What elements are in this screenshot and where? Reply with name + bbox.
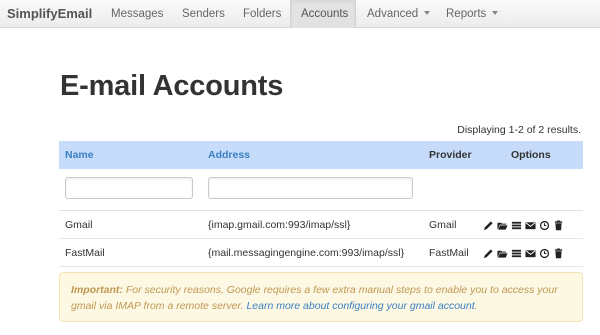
nav-advanced[interactable]: Advanced bbox=[357, 0, 440, 28]
alert-strong-label: Important: bbox=[71, 284, 123, 296]
account-provider: Gmail bbox=[429, 219, 457, 231]
account-address: {mail.messagingengine.com:993/imap/ssl} bbox=[208, 247, 405, 259]
account-address: {imap.gmail.com:993/imap/ssl} bbox=[208, 219, 351, 231]
list-icon[interactable] bbox=[511, 248, 522, 259]
nav-reports[interactable]: Reports bbox=[436, 0, 508, 28]
results-summary: Displaying 1-2 of 2 results. bbox=[457, 124, 581, 136]
gmail-warning-alert: Important: For security reasons, Google … bbox=[59, 272, 583, 322]
account-provider: FastMail bbox=[429, 247, 469, 259]
pencil-icon[interactable] bbox=[483, 220, 494, 231]
column-header-provider: Provider bbox=[429, 149, 472, 161]
envelope-icon[interactable] bbox=[525, 220, 536, 231]
chevron-down-icon bbox=[424, 10, 431, 15]
gmail-config-link[interactable]: Learn more about configuring your gmail … bbox=[246, 300, 474, 312]
account-name: Gmail bbox=[65, 219, 93, 231]
nav-messages[interactable]: Messages bbox=[101, 0, 173, 28]
accounts-table: Name Address Provider Options Gmail {ima… bbox=[59, 141, 583, 267]
envelope-icon[interactable] bbox=[525, 248, 536, 259]
folder-open-icon[interactable] bbox=[497, 220, 508, 231]
row-options bbox=[483, 247, 564, 259]
column-header-address[interactable]: Address bbox=[208, 141, 250, 169]
nav-senders[interactable]: Senders bbox=[172, 0, 235, 28]
table-header: Name Address Provider Options bbox=[59, 141, 583, 169]
page-title: E-mail Accounts bbox=[60, 70, 284, 102]
table-row: Gmail {imap.gmail.com:993/imap/ssl} Gmai… bbox=[59, 211, 583, 239]
name-filter-input[interactable] bbox=[65, 177, 193, 199]
alert-end: . bbox=[474, 300, 478, 312]
clock-icon[interactable] bbox=[539, 248, 550, 259]
nav-reports-label: Reports bbox=[446, 8, 487, 20]
address-filter-input[interactable] bbox=[208, 177, 413, 199]
table-row: FastMail {mail.messagingengine.com:993/i… bbox=[59, 239, 583, 267]
top-navbar: SimplifyEmail Messages Senders Folders A… bbox=[0, 0, 600, 28]
nav-advanced-label: Advanced bbox=[367, 8, 419, 20]
filter-row bbox=[59, 169, 583, 211]
folder-open-icon[interactable] bbox=[497, 248, 508, 259]
column-header-name[interactable]: Name bbox=[65, 141, 94, 169]
nav-folders[interactable]: Folders bbox=[233, 0, 291, 28]
row-options bbox=[483, 219, 564, 231]
pencil-icon[interactable] bbox=[483, 248, 494, 259]
brand-logo[interactable]: SimplifyEmail bbox=[7, 6, 92, 21]
trash-icon[interactable] bbox=[553, 219, 564, 231]
nav-accounts[interactable]: Accounts bbox=[290, 0, 356, 28]
column-header-options: Options bbox=[511, 149, 551, 161]
list-icon[interactable] bbox=[511, 220, 522, 231]
chevron-down-icon bbox=[492, 10, 499, 15]
trash-icon[interactable] bbox=[553, 247, 564, 259]
account-name: FastMail bbox=[65, 247, 105, 259]
clock-icon[interactable] bbox=[539, 220, 550, 231]
